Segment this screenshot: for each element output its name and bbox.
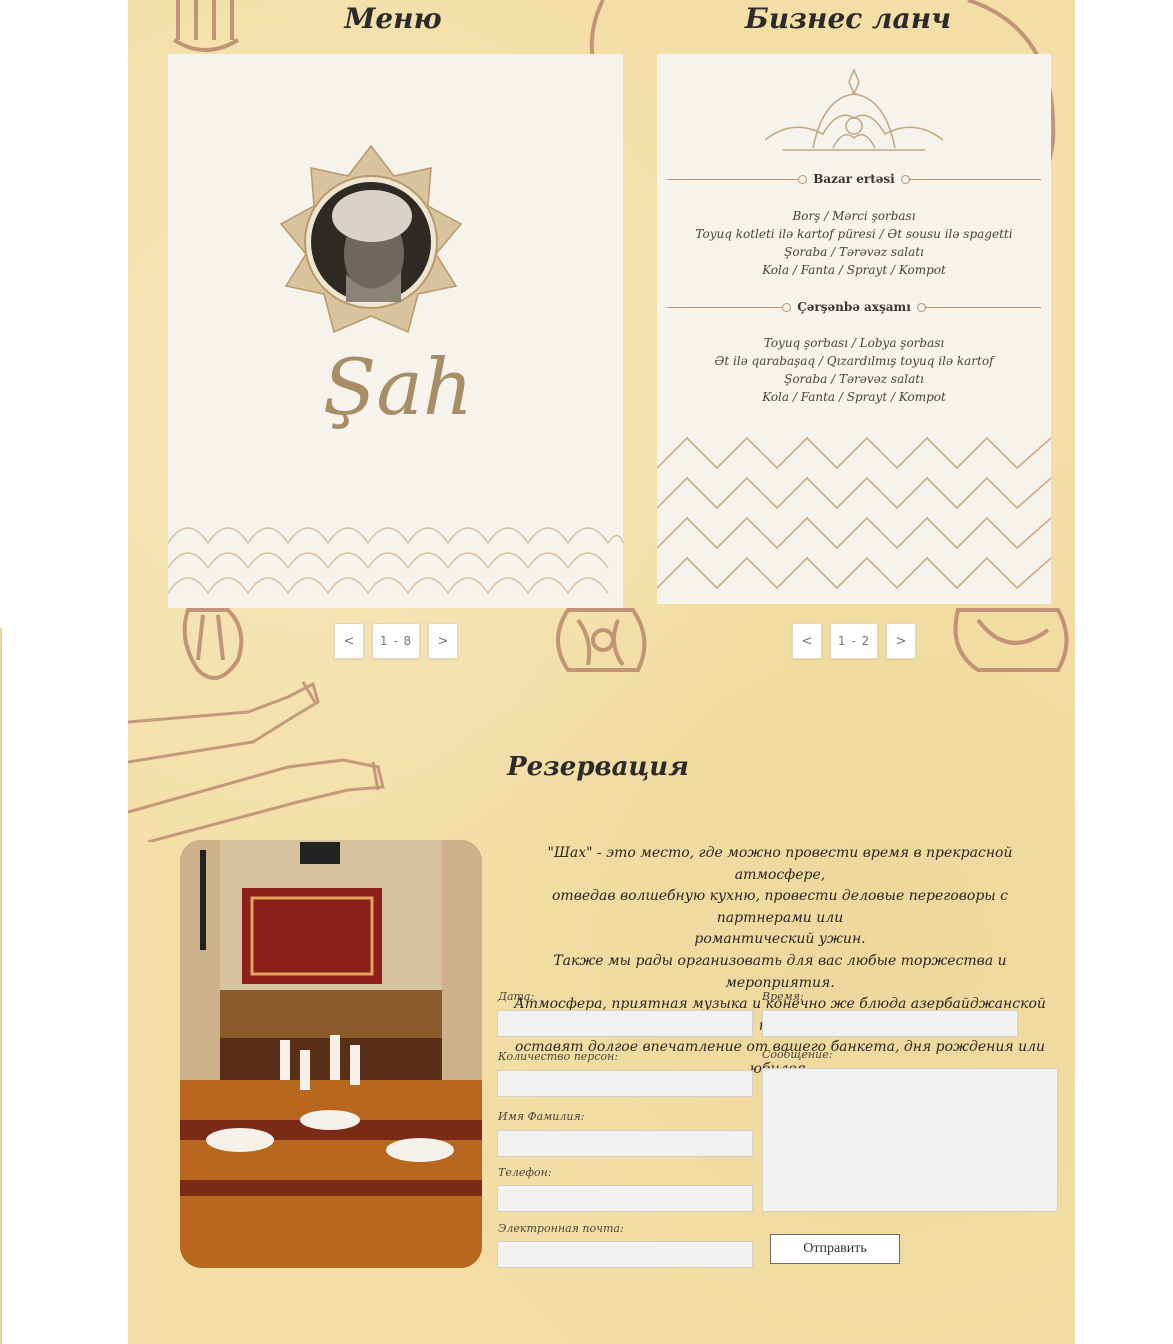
lunch-pager: < 1 - 2 > xyxy=(792,623,916,659)
lunch-day-items: Toyuq şorbası / Lobya şorbası Ət ilə qar… xyxy=(657,334,1051,406)
date-field[interactable] xyxy=(497,1010,753,1037)
lunch-item: Şoraba / Tərəvəz salatı xyxy=(784,245,924,259)
lunch-next-button[interactable]: > xyxy=(886,623,916,659)
description-line: Также мы рады организовать для вас любые… xyxy=(553,952,1007,991)
lunch-page-indicator: 1 - 2 xyxy=(830,623,878,659)
phone-label: Телефон: xyxy=(498,1166,552,1179)
restaurant-interior-photo xyxy=(180,840,482,1268)
persons-field[interactable] xyxy=(497,1070,753,1097)
name-label: Имя Фамилия: xyxy=(498,1110,585,1123)
heading-rule-right xyxy=(916,302,1042,312)
name-field[interactable] xyxy=(497,1130,753,1157)
message-label: Сообщение: xyxy=(762,1048,833,1061)
business-lunch-card[interactable]: Bazar ertəsi Borş / Mərci şorbası Toyuq … xyxy=(657,54,1051,604)
menu-logo-text: Şah xyxy=(322,343,474,433)
lunch-item: Ət ilə qarabaşaq / Qızardılmış toyuq ilə… xyxy=(714,354,994,368)
lunch-day-name: Bazar ertəsi xyxy=(813,172,895,186)
lunch-item: Kola / Fanta / Sprayt / Kompot xyxy=(762,263,946,277)
lunch-item: Borş / Mərci şorbası xyxy=(792,209,916,223)
description-line: романтический ужин. xyxy=(694,931,866,948)
menu-card[interactable]: Şah xyxy=(168,54,623,608)
ornament-border-pattern xyxy=(168,513,623,608)
crown-ornament-icon xyxy=(763,68,945,160)
lunch-day-heading: Bazar ertəsi xyxy=(657,172,1051,186)
email-label: Электронная почта: xyxy=(498,1222,624,1235)
menu-next-button[interactable]: > xyxy=(428,623,458,659)
persons-label: Количество персон: xyxy=(498,1050,619,1063)
menu-prev-button[interactable]: < xyxy=(334,623,364,659)
heading-rule-left xyxy=(667,174,808,184)
email-field[interactable] xyxy=(497,1241,753,1268)
medallion-frame-icon xyxy=(276,144,466,348)
menu-pager: < 1 - 8 > xyxy=(334,623,458,659)
menu-page-indicator: 1 - 8 xyxy=(372,623,420,659)
lunch-day-heading: Çərşənbə axşamı xyxy=(657,300,1051,314)
reservation-title: Резервация xyxy=(507,752,689,782)
lunch-item: Şoraba / Tərəvəz salatı xyxy=(784,372,924,386)
lunch-prev-button[interactable]: < xyxy=(792,623,822,659)
lunch-day-items: Borş / Mərci şorbası Toyuq kotleti ilə k… xyxy=(657,207,1051,279)
ornament-border-pattern xyxy=(657,428,1051,604)
submit-button[interactable]: Отправить xyxy=(770,1234,900,1264)
description-line: отведав волшебную кухню, провести деловы… xyxy=(552,888,1008,926)
left-edge-line xyxy=(0,628,2,1344)
menu-title: Меню xyxy=(344,2,442,35)
description-line: "Шах" - это место, где можно провести вр… xyxy=(547,845,1013,883)
reservation-description: "Шах" - это место, где можно провести вр… xyxy=(506,843,1054,1081)
lunch-item: Toyuq kotleti ilə kartof püresi / Ət sou… xyxy=(695,227,1013,241)
time-label: Время: xyxy=(762,990,804,1003)
heading-rule-left xyxy=(667,302,792,312)
business-lunch-title: Бизнес ланч xyxy=(744,2,952,35)
lunch-item: Kola / Fanta / Sprayt / Kompot xyxy=(762,390,946,404)
date-label: Дата: xyxy=(498,990,535,1003)
wine-bottle-sketch-icon xyxy=(128,672,398,842)
phone-field[interactable] xyxy=(497,1185,753,1212)
message-field[interactable] xyxy=(762,1068,1058,1212)
page: Меню Бизнес ланч Şah < 1 - 8 > Bazar ert… xyxy=(128,0,1075,1344)
lunch-item: Toyuq şorbası / Lobya şorbası xyxy=(763,336,945,350)
lunch-day-name: Çərşənbə axşamı xyxy=(797,300,911,314)
heading-rule-right xyxy=(900,174,1041,184)
time-field[interactable] xyxy=(762,1010,1018,1037)
